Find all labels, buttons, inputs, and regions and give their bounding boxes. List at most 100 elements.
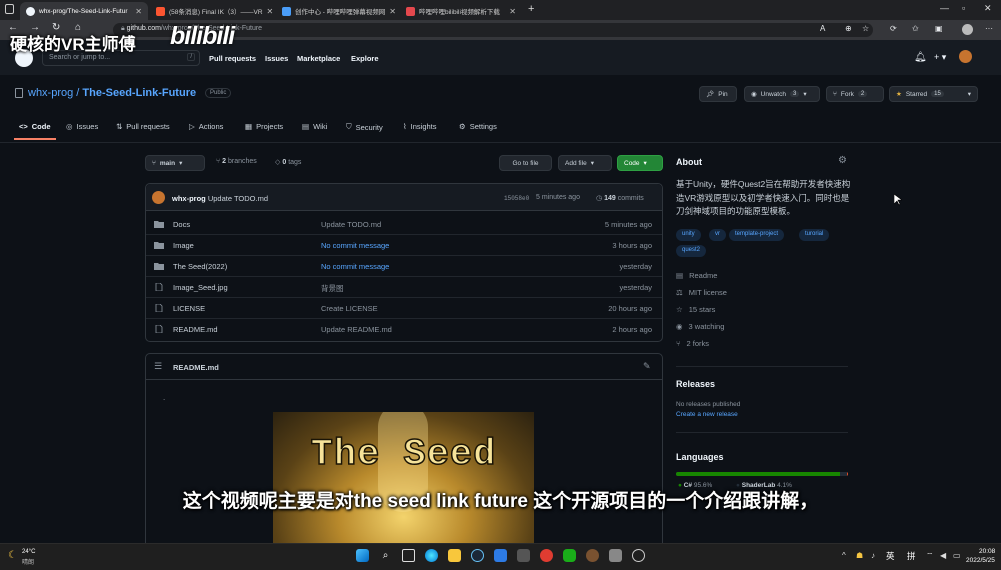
search-icon[interactable]: ⌕ (379, 549, 392, 562)
close-tab-icon[interactable]: ✕ (267, 7, 274, 16)
table-row[interactable]: LICENSE Create LICENSE 20 hours ago (146, 298, 662, 319)
branch-selector[interactable]: ⑂ main ▾ (145, 155, 205, 171)
character-app-icon[interactable] (586, 549, 599, 562)
browser-tab-csdn[interactable]: (58条消息) Final IK（3）——VR ✕ (150, 2, 274, 20)
topic-tag[interactable]: vr (709, 229, 726, 241)
tool-app-icon[interactable] (609, 549, 622, 562)
repo-owner-link[interactable]: whx-prog (28, 87, 73, 99)
new-tab-button[interactable]: + (528, 3, 534, 15)
about-settings-gear-icon[interactable]: ⚙ (838, 155, 847, 166)
maximize-icon[interactable]: ▫ (962, 3, 965, 13)
unwatch-button[interactable]: ◉ Unwatch 3 ▾ (744, 86, 820, 102)
file-name[interactable]: Docs (173, 220, 190, 229)
commits-link[interactable]: ◷ 149 commits (596, 194, 644, 202)
tab-issues[interactable]: ◎ Issues (66, 122, 98, 131)
file-commit-message[interactable]: No commit message (321, 241, 389, 250)
starred-button[interactable]: ★ Starred 15 ▾ (889, 86, 978, 102)
readme-link[interactable]: ▤ Readme (676, 271, 717, 280)
file-name[interactable]: LICENSE (173, 304, 205, 313)
unity-icon[interactable] (517, 549, 530, 562)
tab-actions-icon[interactable] (5, 4, 14, 14)
ime-language-indicator[interactable]: 英 (886, 550, 895, 562)
tab-code[interactable]: <> Code (19, 122, 51, 131)
topic-tag[interactable]: quest2 (676, 245, 707, 257)
close-tab-icon[interactable]: ✕ (389, 7, 396, 16)
favorite-icon[interactable]: ☆ (862, 24, 869, 33)
zoom-icon[interactable]: ⊕ (845, 24, 852, 33)
file-name[interactable]: Image (173, 241, 194, 250)
microphone-icon[interactable]: ♪ (871, 551, 875, 560)
tray-chevron-up-icon[interactable]: ^ (842, 551, 846, 560)
create-release-link[interactable]: Create a new release (676, 411, 738, 418)
file-name[interactable]: The Seed(2022) (173, 262, 227, 271)
clock-time[interactable]: 20:08 (979, 548, 995, 555)
file-explorer-icon[interactable] (448, 549, 461, 562)
clock-date[interactable]: 2022/5/25 (966, 557, 995, 564)
table-row[interactable]: The Seed(2022) No commit message yesterd… (146, 256, 662, 277)
windows-start-icon[interactable] (356, 549, 369, 562)
close-tab-icon[interactable]: ✕ (509, 7, 516, 16)
list-outline-icon[interactable]: ☰ (154, 361, 162, 372)
table-row[interactable]: Docs Update TODO.md 5 minutes ago (146, 214, 662, 235)
fork-button[interactable]: ⑂ Fork 2 (826, 86, 884, 102)
commit-author[interactable]: whx-prog (172, 194, 206, 203)
edge-browser-icon[interactable] (425, 549, 438, 562)
read-aloud-icon[interactable]: A (820, 24, 825, 33)
battery-icon[interactable]: ▭ (953, 551, 961, 560)
file-commit-message[interactable]: Update TODO.md (321, 220, 381, 229)
go-to-file-button[interactable]: Go to file (499, 155, 552, 171)
code-button[interactable]: Code ▾ (617, 155, 663, 171)
author-avatar[interactable] (152, 191, 165, 204)
browser-tab-download[interactable]: 哔哩哔哩bilibili视频解析下载 ✕ (400, 2, 522, 20)
steam-icon[interactable] (471, 549, 484, 562)
tab-wiki[interactable]: ▤ Wiki (302, 122, 327, 131)
notifications-bell-icon[interactable]: 🔔︎ (914, 52, 927, 63)
tab-actions[interactable]: ▷ Actions (189, 122, 223, 131)
tab-pull-requests[interactable]: ⇅ Pull requests (116, 122, 170, 131)
file-commit-message[interactable]: No commit message (321, 262, 389, 271)
create-new-menu[interactable]: + ▾ (934, 52, 946, 63)
file-commit-message[interactable]: 背景图 (321, 283, 344, 294)
tab-settings[interactable]: ⚙ Settings (459, 122, 497, 131)
weather-temp[interactable]: 24°C (22, 549, 35, 555)
browser-menu-icon[interactable]: ··· (985, 24, 993, 33)
edit-pencil-icon[interactable]: ✎ (643, 361, 651, 372)
minimize-icon[interactable]: — (940, 3, 949, 13)
weather-desc[interactable]: 晴朗 (22, 557, 34, 566)
task-view-icon[interactable] (402, 549, 415, 562)
topic-tag[interactable]: turorial (799, 229, 830, 241)
table-row[interactable]: Image_Seed.jpg 背景图 yesterday (146, 277, 662, 298)
volume-icon[interactable]: ◀ (940, 551, 946, 560)
nav-pull-requests[interactable]: Pull requests (209, 54, 256, 63)
extensions-icon[interactable]: ⟳ (890, 24, 897, 33)
user-avatar[interactable] (959, 50, 972, 63)
watching-link[interactable]: ◉ 3 watching (676, 322, 724, 331)
topic-tag[interactable]: unity (676, 229, 701, 241)
pin-button[interactable]: 📌︎ Pin (699, 86, 737, 102)
weather-moon-icon[interactable]: ☾ (8, 550, 17, 561)
forks-link[interactable]: ⑂ 2 forks (676, 339, 709, 348)
tray-app-icon[interactable]: ☗ (856, 551, 863, 560)
commit-message[interactable]: Update TODO.md (208, 194, 268, 203)
profile-avatar[interactable] (962, 24, 973, 35)
close-window-icon[interactable]: ✕ (984, 3, 992, 14)
releases-heading[interactable]: Releases (676, 379, 715, 389)
repo-name-link[interactable]: The-Seed-Link-Future (82, 87, 196, 99)
browser-tab-creator[interactable]: 创作中心 - 哔哩哔哩弹幕视频网 ✕ (276, 2, 398, 20)
obs-icon[interactable] (632, 549, 645, 562)
downloads-icon[interactable]: ▣ (935, 24, 943, 33)
wechat-icon[interactable] (563, 549, 576, 562)
close-tab-icon[interactable]: ✕ (135, 7, 142, 16)
visual-studio-code-icon[interactable] (494, 549, 507, 562)
commit-sha[interactable]: 15058e0 (504, 195, 529, 202)
collections-icon[interactable]: ✩ (912, 24, 919, 33)
nav-explore[interactable]: Explore (351, 54, 379, 63)
wifi-icon[interactable]: ⌔ (926, 551, 934, 561)
stars-link[interactable]: ☆ 15 stars (676, 305, 715, 314)
tab-projects[interactable]: ▦ Projects (245, 122, 283, 131)
file-name[interactable]: README.md (173, 325, 218, 334)
table-row[interactable]: Image No commit message 3 hours ago (146, 235, 662, 256)
add-file-button[interactable]: Add file ▾ (558, 155, 612, 171)
app-red-icon[interactable] (540, 549, 553, 562)
nav-marketplace[interactable]: Marketplace (297, 54, 340, 63)
